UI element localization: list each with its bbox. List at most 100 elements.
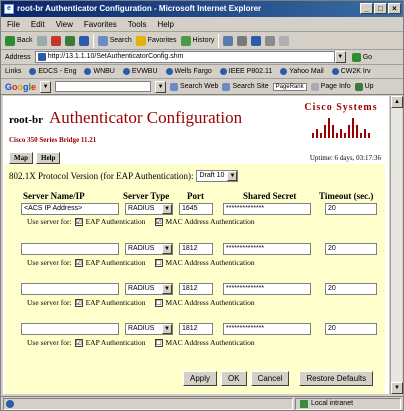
use-server-row: Use server for: ☑ EAP Authentication ☐ M… bbox=[27, 338, 255, 347]
port-input[interactable]: 1812 bbox=[179, 283, 213, 295]
page-icon bbox=[37, 53, 46, 61]
ie-link-icon bbox=[29, 68, 37, 75]
cisco-bars-icon bbox=[299, 116, 383, 138]
timeout-input[interactable]: 20 bbox=[325, 243, 377, 255]
timeout-input[interactable]: 20 bbox=[325, 203, 377, 215]
browser-window: e root-br Authenticator Configuration - … bbox=[0, 0, 404, 411]
favorites-button[interactable]: Favorites bbox=[135, 35, 177, 46]
scroll-down-icon[interactable]: ▼ bbox=[391, 382, 403, 394]
google-toolbar: Google ▼ ▼ Search Web Search Site PageRa… bbox=[1, 79, 403, 95]
go-arrow-icon bbox=[351, 52, 361, 62]
page-info-button[interactable]: Page Info bbox=[310, 82, 351, 91]
mac-checkbox[interactable]: ☐ bbox=[154, 258, 163, 267]
port-input[interactable]: 1812 bbox=[179, 243, 213, 255]
forward-button[interactable] bbox=[36, 35, 47, 46]
server-type-select[interactable]: RADIUS ▼ bbox=[125, 323, 173, 335]
standard-toolbar: Back Search Favorites History bbox=[1, 32, 403, 50]
status-text bbox=[3, 397, 293, 410]
search-web-icon bbox=[170, 82, 179, 91]
server-type-select[interactable]: RADIUS ▼ bbox=[125, 283, 173, 295]
server-name-input[interactable]: <ACS IP Address> bbox=[21, 203, 119, 215]
discuss-icon[interactable] bbox=[265, 35, 276, 46]
up-button[interactable]: Up bbox=[354, 82, 374, 91]
vertical-scrollbar[interactable]: ▲ ▼ bbox=[390, 96, 403, 394]
edit-icon[interactable] bbox=[251, 35, 262, 46]
history-button[interactable]: History bbox=[180, 35, 214, 46]
help-button[interactable]: Help bbox=[36, 152, 61, 164]
server-name-input[interactable] bbox=[21, 283, 119, 295]
close-button[interactable]: × bbox=[388, 3, 401, 14]
ok-button[interactable]: OK bbox=[221, 371, 247, 386]
stop-icon[interactable] bbox=[50, 35, 61, 46]
apply-button[interactable]: Apply bbox=[183, 371, 218, 386]
maximize-button[interactable]: □ bbox=[374, 3, 387, 14]
eap-checkbox[interactable]: ☑ bbox=[74, 338, 83, 347]
menu-help[interactable]: Help bbox=[157, 20, 173, 29]
port-input[interactable]: 1645 bbox=[179, 203, 213, 215]
brand-name: Cisco Systems bbox=[304, 102, 378, 113]
shared-secret-input[interactable]: ************** bbox=[223, 283, 311, 295]
search-site-button[interactable]: Search Site bbox=[222, 82, 269, 91]
go-button[interactable]: Go bbox=[351, 52, 372, 62]
config-panel: 802.1X Protocol Version (for EAP Authent… bbox=[5, 164, 385, 394]
menu-view[interactable]: View bbox=[56, 20, 73, 29]
messenger-icon[interactable] bbox=[279, 35, 290, 46]
shared-secret-input[interactable]: ************** bbox=[223, 323, 311, 335]
back-button[interactable]: Back bbox=[5, 35, 33, 46]
google-logo[interactable]: Google bbox=[5, 82, 36, 92]
menu-file[interactable]: File bbox=[7, 20, 20, 29]
use-server-row: Use server for: ☑ EAP Authentication ☐ M… bbox=[27, 298, 255, 307]
shared-secret-input[interactable]: ************** bbox=[223, 243, 311, 255]
server-name-input[interactable] bbox=[21, 243, 119, 255]
link-cw2k-irv[interactable]: CW2K Irv bbox=[331, 68, 371, 75]
link-wells-fargo[interactable]: Wells Fargo bbox=[165, 68, 212, 75]
ie-link-icon bbox=[84, 68, 92, 75]
server-type-select[interactable]: RADIUS ▼ bbox=[125, 203, 173, 215]
back-arrow-icon bbox=[5, 35, 15, 46]
mail-icon[interactable] bbox=[223, 35, 234, 46]
eap-checkbox[interactable]: ☑ bbox=[74, 298, 83, 307]
timeout-input[interactable]: 20 bbox=[325, 283, 377, 295]
link-edcs-eng[interactable]: EDCS - Eng bbox=[29, 68, 76, 75]
menu-edit[interactable]: Edit bbox=[31, 20, 45, 29]
server-name-input[interactable] bbox=[21, 323, 119, 335]
address-label: Address bbox=[5, 53, 31, 61]
mac-checkbox[interactable]: ☑ bbox=[154, 217, 163, 226]
server-type-select[interactable]: RADIUS ▼ bbox=[125, 243, 173, 255]
mac-checkbox[interactable]: ☐ bbox=[154, 338, 163, 347]
link-wnbu[interactable]: WNBU bbox=[84, 68, 115, 75]
cancel-button[interactable]: Cancel bbox=[250, 371, 290, 386]
map-button[interactable]: Map bbox=[9, 152, 33, 164]
address-input[interactable]: http://13.1.1.10/SetAuthenticatorConfig.… bbox=[34, 51, 335, 63]
link-ieee[interactable]: IEEE P802.11 bbox=[219, 68, 272, 75]
search-web-button[interactable]: Search Web bbox=[170, 82, 218, 91]
scroll-up-icon[interactable]: ▲ bbox=[391, 96, 403, 108]
home-icon[interactable] bbox=[78, 35, 89, 46]
search-button[interactable]: Search bbox=[97, 35, 132, 46]
eap-checkbox[interactable]: ☑ bbox=[74, 217, 83, 226]
menu-tools[interactable]: Tools bbox=[128, 20, 147, 29]
print-icon[interactable] bbox=[237, 35, 248, 46]
minimize-button[interactable]: _ bbox=[360, 3, 373, 14]
google-search-input[interactable] bbox=[55, 81, 152, 92]
google-menu-dropdown[interactable]: ▼ bbox=[40, 80, 52, 93]
eap-checkbox[interactable]: ☑ bbox=[74, 258, 83, 267]
menu-favorites[interactable]: Favorites bbox=[84, 20, 117, 29]
model-version: Cisco 350 Series Bridge 11.21 bbox=[9, 136, 97, 144]
mac-checkbox[interactable]: ☐ bbox=[154, 298, 163, 307]
chevron-down-icon: ▼ bbox=[162, 284, 172, 294]
link-evwbu[interactable]: EVWBU bbox=[122, 68, 158, 75]
shared-secret-input[interactable]: ************** bbox=[223, 203, 311, 215]
pagerank-indicator: PageRank bbox=[272, 82, 307, 91]
timeout-input[interactable]: 20 bbox=[325, 323, 377, 335]
restore-defaults-button[interactable]: Restore Defaults bbox=[299, 371, 374, 386]
address-dropdown-button[interactable]: ▼ bbox=[334, 51, 346, 63]
protocol-label: 802.1X Protocol Version (for EAP Authent… bbox=[9, 171, 194, 181]
col-shared-secret: Shared Secret bbox=[243, 191, 297, 201]
google-search-dropdown[interactable]: ▼ bbox=[155, 80, 167, 93]
protocol-version-select[interactable]: Draft 10 ▼ bbox=[196, 170, 239, 182]
link-yahoo-mail[interactable]: Yahoo Mail bbox=[280, 68, 324, 75]
port-input[interactable]: 1812 bbox=[179, 323, 213, 335]
favorites-star-icon bbox=[135, 35, 146, 46]
refresh-icon[interactable] bbox=[64, 35, 75, 46]
